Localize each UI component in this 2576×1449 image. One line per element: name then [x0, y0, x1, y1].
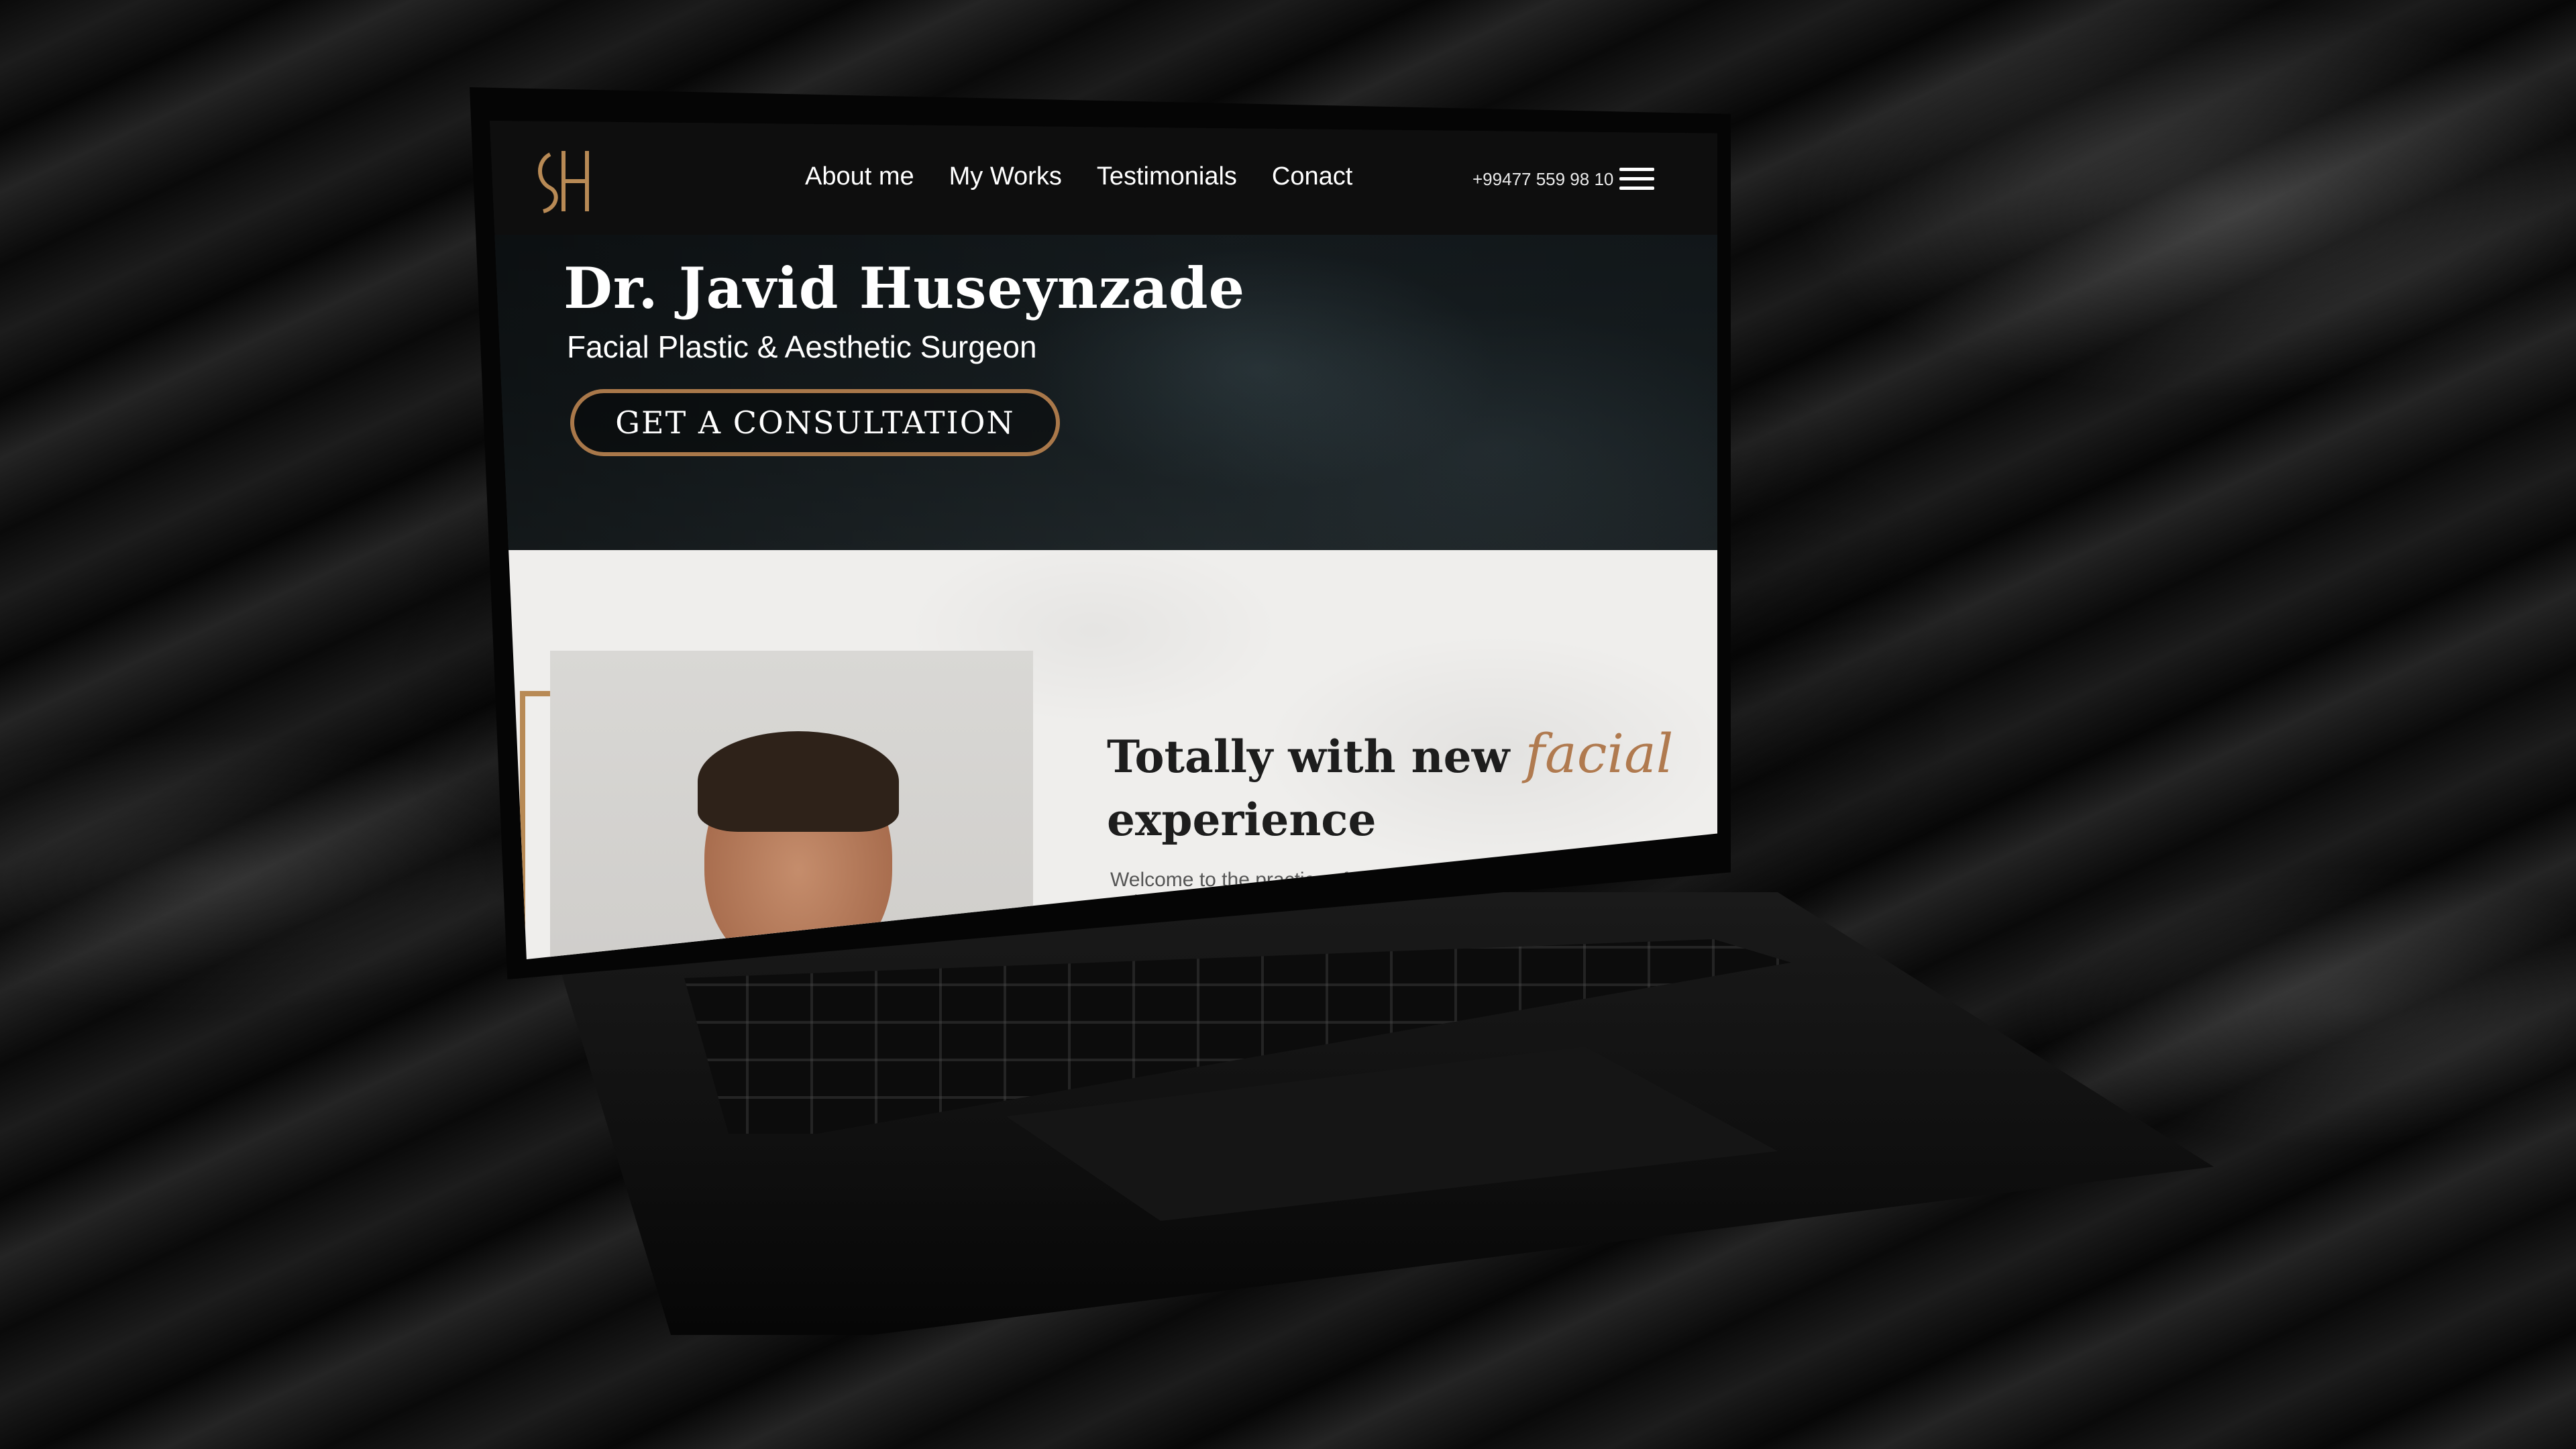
nav-my-works[interactable]: My Works [949, 162, 1062, 191]
nav-testimonials[interactable]: Testimonials [1097, 162, 1237, 191]
hero-section: Dr. Javid Huseynzade Facial Plastic & Ae… [490, 235, 1717, 550]
consultation-button[interactable]: GET A CONSULTATION [570, 389, 1060, 456]
about-heading-part2: experience [1107, 794, 1377, 846]
site-logo[interactable] [530, 141, 604, 221]
logo-monogram-icon [538, 151, 589, 213]
nav-about-me[interactable]: About me [805, 162, 914, 191]
doctor-photo [550, 651, 1033, 959]
hero-subtitle: Facial Plastic & Aesthetic Surgeon [567, 329, 1037, 364]
hamburger-menu-icon[interactable] [1619, 168, 1654, 192]
laptop-screen: About me My Works Testimonials Conact +9… [490, 121, 1717, 959]
about-heading-accent: facial [1525, 722, 1674, 785]
phone-number[interactable]: +99477 559 98 10 [1472, 169, 1613, 190]
photo-hair [698, 731, 899, 832]
about-heading: Totally with new facial experience [1107, 718, 1677, 850]
nav-contact[interactable]: Conact [1272, 162, 1352, 191]
main-nav: About me My Works Testimonials Conact [805, 162, 1352, 191]
about-heading-part1: Totally with new [1107, 731, 1525, 783]
site-header: About me My Works Testimonials Conact +9… [490, 121, 1717, 235]
hero-title: Dr. Javid Huseynzade [564, 255, 1246, 321]
